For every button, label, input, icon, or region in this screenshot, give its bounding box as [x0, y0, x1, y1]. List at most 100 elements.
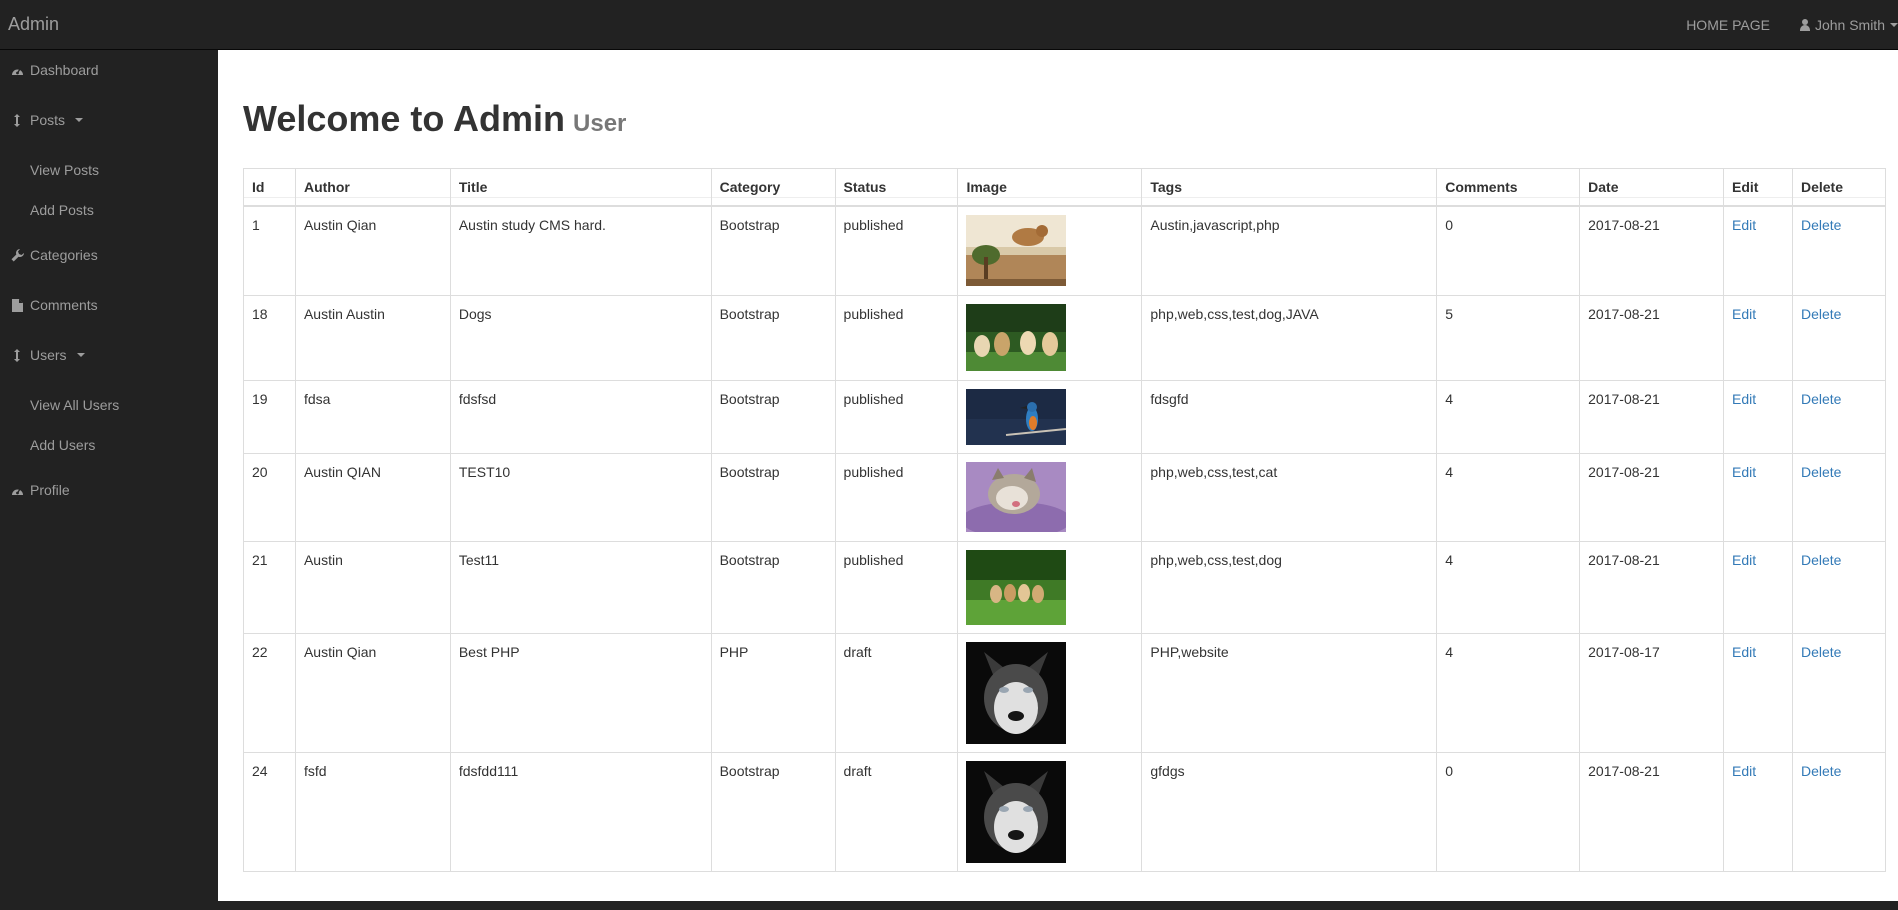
edit-link[interactable]: Edit: [1732, 552, 1756, 568]
cell-category: PHP: [710, 632, 836, 753]
edit-link[interactable]: Edit: [1732, 644, 1756, 660]
cell-title: fdsfdd111: [449, 751, 712, 872]
cell-status: published: [834, 379, 959, 454]
edit-link[interactable]: Edit: [1732, 306, 1756, 322]
cell-image: [957, 205, 1143, 296]
sidebar: Dashboard Posts View Posts Add Posts Cat…: [0, 50, 217, 910]
sidebar-item-add-users[interactable]: Add Users: [0, 425, 217, 465]
cell-author: Austin: [294, 540, 451, 634]
brand-logo[interactable]: Admin: [8, 14, 59, 35]
kingfisher-bird-image: [966, 388, 1067, 445]
sidebar-item-label: Profile: [30, 482, 70, 498]
sidebar-item-categories[interactable]: Categories: [0, 235, 217, 275]
cell-id: 1: [243, 205, 296, 296]
column-header: Date: [1579, 168, 1725, 207]
kitten-in-blanket-image: [966, 461, 1067, 532]
delete-link[interactable]: Delete: [1801, 464, 1841, 480]
cat-jumping-image: [966, 215, 1067, 286]
delete-link[interactable]: Delete: [1801, 391, 1841, 407]
sidebar-item-label: Add Users: [30, 437, 96, 453]
cell-image: [957, 294, 1143, 381]
cell-category: Bootstrap: [710, 540, 836, 634]
home-page-label: HOME PAGE: [1686, 17, 1770, 33]
cell-date: 2017-08-21: [1579, 205, 1725, 296]
edit-link[interactable]: Edit: [1732, 217, 1756, 233]
sidebar-item-label: Posts: [30, 112, 66, 128]
cell-delete: Delete: [1791, 540, 1887, 634]
home-page-link[interactable]: HOME PAGE: [1671, 0, 1785, 50]
main-content: Welcome to Admin User Id Author Title Cat…: [218, 50, 1898, 901]
sidebar-item-users[interactable]: Users: [0, 335, 217, 375]
delete-link[interactable]: Delete: [1801, 552, 1841, 568]
cell-date: 2017-08-17: [1579, 632, 1725, 753]
cell-id: 21: [243, 540, 296, 634]
column-header: Author: [294, 168, 451, 207]
cell-id: 22: [243, 632, 296, 753]
page-title: Welcome to Admin User: [243, 98, 626, 140]
sidebar-item-view-posts[interactable]: View Posts: [0, 150, 217, 190]
cell-edit: Edit: [1723, 540, 1793, 634]
column-header: Image: [957, 168, 1143, 207]
edit-link[interactable]: Edit: [1732, 391, 1756, 407]
cell-delete: Delete: [1791, 452, 1887, 542]
sidebar-item-dashboard[interactable]: Dashboard: [0, 50, 217, 90]
cell-id: 24: [243, 751, 296, 872]
sidebar-item-posts[interactable]: Posts: [0, 100, 217, 140]
table-row: 19 fdsa fdsfsd Bootstrap published fdsgf…: [243, 379, 1887, 454]
column-header: Tags: [1141, 168, 1438, 207]
sidebar-item-profile[interactable]: Profile: [0, 470, 217, 510]
column-header: Comments: [1436, 168, 1581, 207]
cell-image: [957, 540, 1143, 634]
cell-status: draft: [834, 632, 959, 753]
cell-title: Dogs: [449, 294, 712, 381]
delete-link[interactable]: Delete: [1801, 644, 1841, 660]
delete-link[interactable]: Delete: [1801, 217, 1841, 233]
table-row: 22 Austin Qian Best PHP PHP draft PHP,we…: [243, 632, 1887, 753]
cell-image: [957, 379, 1143, 454]
cell-status: published: [834, 452, 959, 542]
sidebar-item-label: View Posts: [30, 162, 99, 178]
sidebar-item-comments[interactable]: Comments: [0, 285, 217, 325]
cell-tags: gfdgs: [1141, 751, 1438, 872]
cell-title: Best PHP: [449, 632, 712, 753]
edit-link[interactable]: Edit: [1732, 763, 1756, 779]
user-menu-toggle[interactable]: John Smith: [1785, 0, 1898, 50]
cell-comments: 5: [1436, 294, 1581, 381]
table-row: 20 Austin QIAN TEST10 Bootstrap publishe…: [243, 452, 1887, 542]
cell-image: [957, 452, 1143, 542]
cell-author: Austin QIAN: [294, 452, 451, 542]
cell-comments: 4: [1436, 452, 1581, 542]
delete-link[interactable]: Delete: [1801, 763, 1841, 779]
cell-edit: Edit: [1723, 452, 1793, 542]
delete-link[interactable]: Delete: [1801, 306, 1841, 322]
column-header: Edit: [1723, 168, 1793, 207]
sidebar-item-add-posts[interactable]: Add Posts: [0, 190, 217, 230]
table-row: 1 Austin Qian Austin study CMS hard. Boo…: [243, 205, 1887, 296]
cell-tags: php,web,css,test,cat: [1141, 452, 1438, 542]
chevron-down-icon: [75, 118, 84, 122]
cell-comments: 0: [1436, 751, 1581, 872]
dashboard-icon: [10, 483, 24, 497]
column-header: Title: [449, 168, 712, 207]
sidebar-item-label: Dashboard: [30, 62, 99, 78]
cell-tags: Austin,javascript,php: [1141, 205, 1438, 296]
column-header: Category: [710, 168, 836, 207]
cell-comments: 4: [1436, 632, 1581, 753]
cell-delete: Delete: [1791, 379, 1887, 454]
husky-portrait-image: [966, 641, 1067, 744]
cell-date: 2017-08-21: [1579, 452, 1725, 542]
cell-date: 2017-08-21: [1579, 540, 1725, 634]
cell-status: draft: [834, 751, 959, 872]
cell-tags: PHP,website: [1141, 632, 1438, 753]
cell-title: Test11: [449, 540, 712, 634]
cell-category: Bootstrap: [710, 294, 836, 381]
cell-image: [957, 751, 1143, 872]
posts-table: Id Author Title Category Status Image Ta…: [243, 168, 1887, 872]
edit-link[interactable]: Edit: [1732, 464, 1756, 480]
cell-id: 18: [243, 294, 296, 381]
cell-delete: Delete: [1791, 205, 1887, 296]
cell-tags: php,web,css,test,dog: [1141, 540, 1438, 634]
sidebar-item-view-all-users[interactable]: View All Users: [0, 385, 217, 425]
cell-author: Austin Austin: [294, 294, 451, 381]
table-row: 24 fsfd fdsfdd111 Bootstrap draft gfdgs …: [243, 751, 1887, 872]
